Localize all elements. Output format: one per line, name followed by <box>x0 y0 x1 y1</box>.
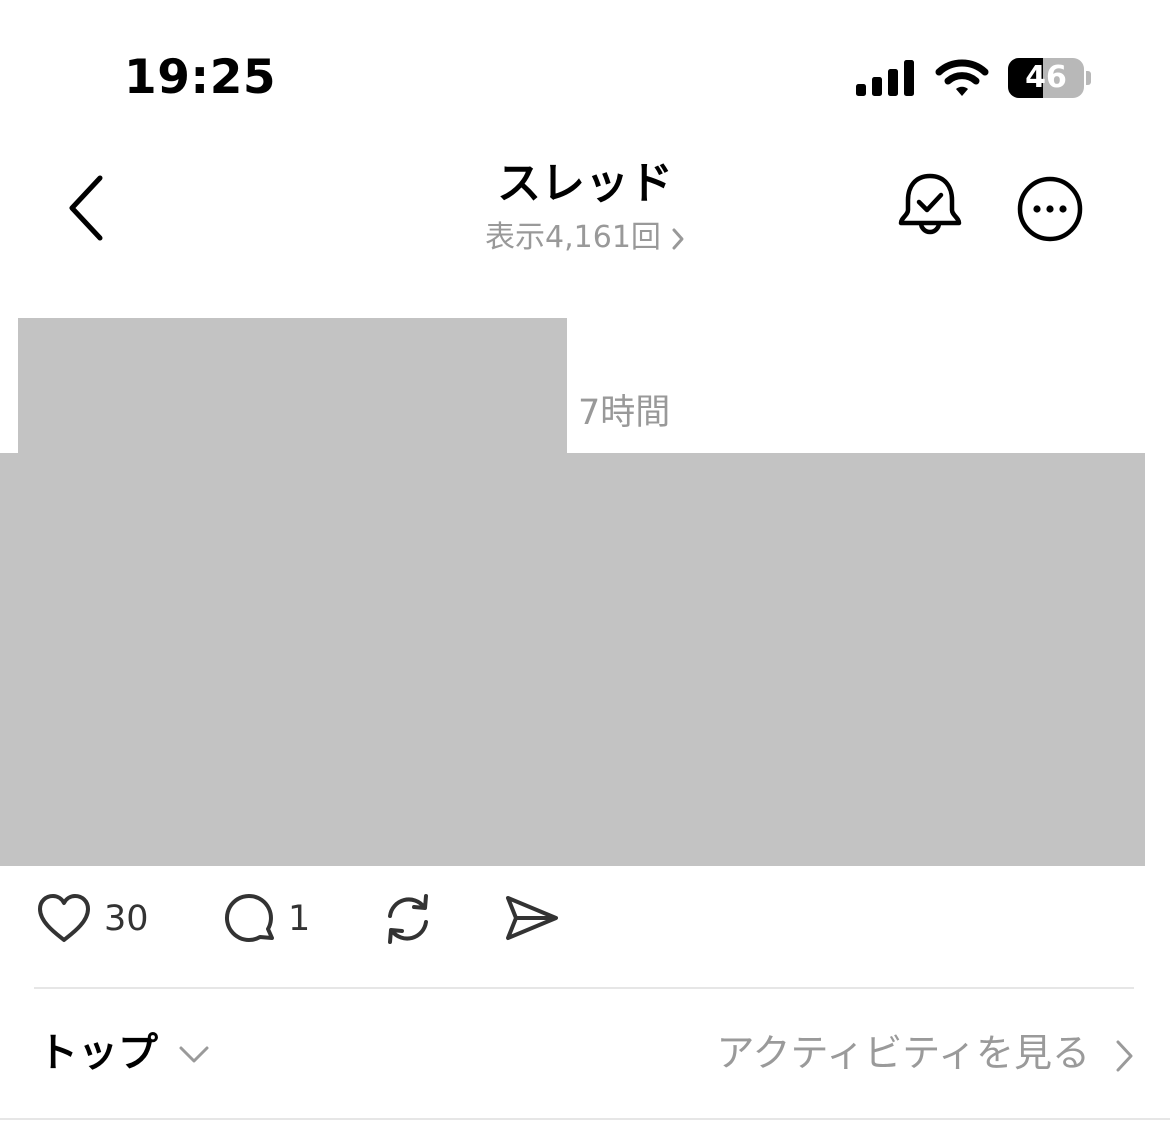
reply-count: 1 <box>288 899 311 939</box>
chevron-right-icon[interactable] <box>1110 1036 1138 1076</box>
cellular-signal-icon <box>856 60 914 96</box>
battery-level: 46 <box>1025 60 1067 95</box>
post-time-ago: 7時間 <box>578 393 671 433</box>
battery-indicator: 46 <box>1008 58 1092 98</box>
views-count: 表示4,161回 <box>485 220 661 255</box>
sort-selector[interactable]: トップ <box>38 1028 158 1078</box>
status-time: 19:25 <box>124 50 277 105</box>
reply-button[interactable]: 1 <box>224 892 314 946</box>
page-title: スレッド <box>497 158 673 209</box>
chevron-right-icon <box>672 228 684 249</box>
divider <box>0 1118 1170 1120</box>
repost-button[interactable] <box>380 892 436 946</box>
chevron-down-icon[interactable] <box>178 1040 210 1068</box>
divider <box>34 987 1134 989</box>
share-button[interactable] <box>504 892 562 946</box>
battery-nub <box>1086 71 1091 85</box>
more-icon[interactable] <box>1015 174 1085 244</box>
battery-body: 46 <box>1008 58 1084 98</box>
bell-check-icon[interactable] <box>897 172 963 242</box>
share-icon <box>506 896 558 940</box>
comment-icon <box>224 893 274 942</box>
wifi-icon <box>935 59 989 96</box>
heart-icon <box>38 894 90 942</box>
like-button[interactable]: 30 <box>36 892 156 946</box>
view-activity-link[interactable]: アクティビティを見る <box>716 1028 1090 1078</box>
views-link[interactable]: 表示4,161回 <box>0 218 1170 258</box>
redacted-author <box>18 318 567 454</box>
repost-icon <box>388 894 428 944</box>
like-count: 30 <box>104 899 149 939</box>
redacted-post-body <box>0 453 1145 866</box>
